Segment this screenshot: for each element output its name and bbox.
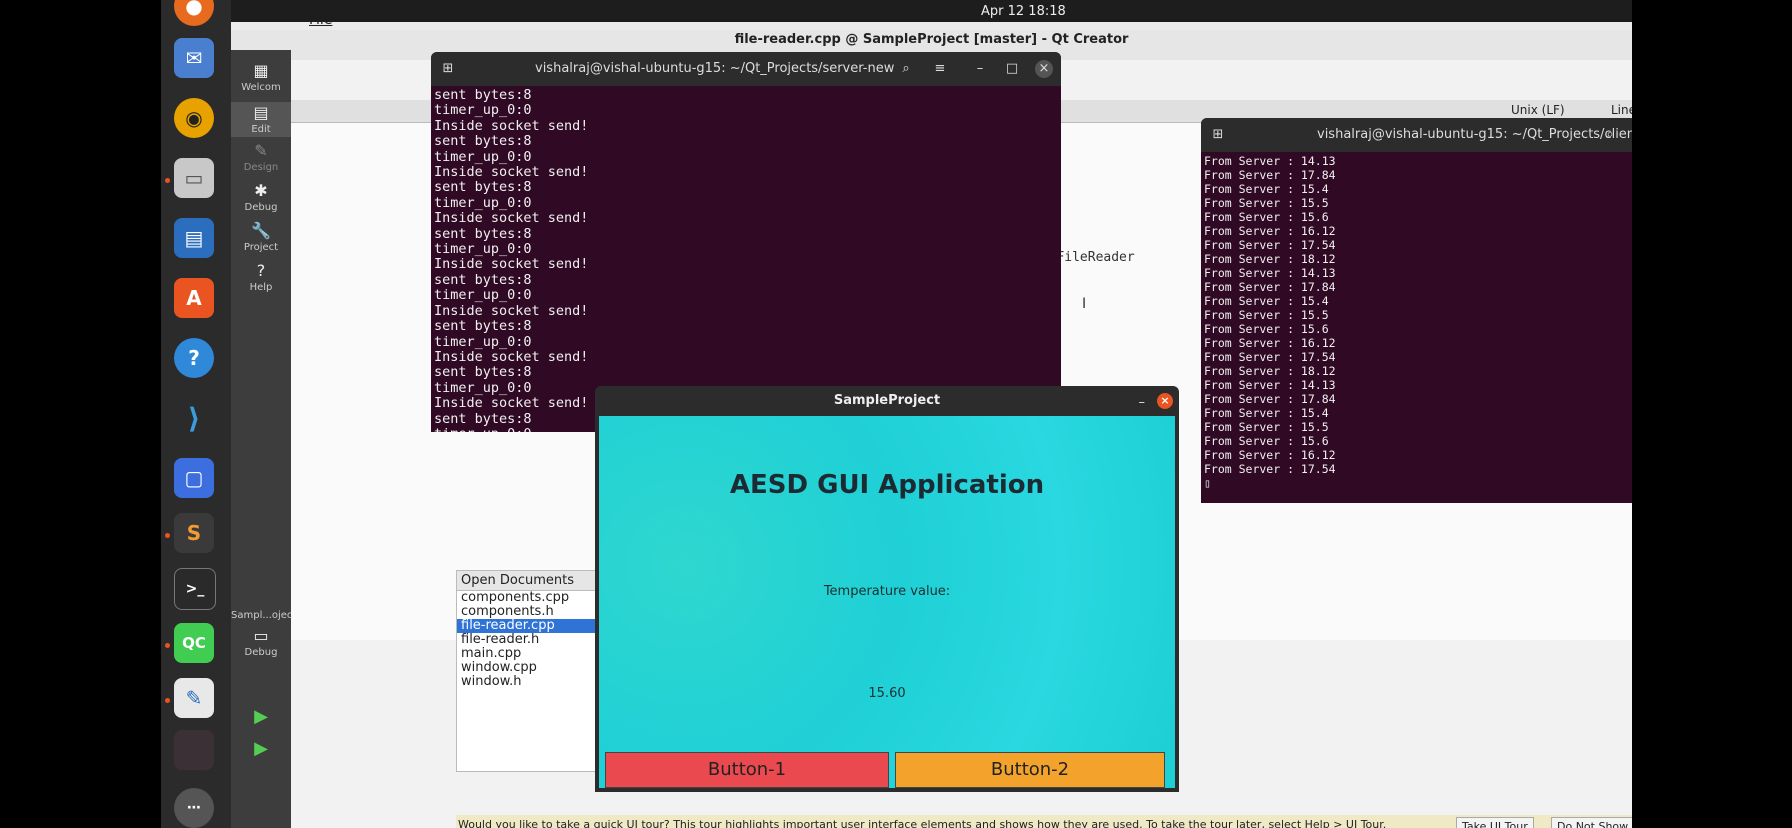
terminal-output[interactable]: sent bytes:8 timer_up_0:0 Inside socket … xyxy=(431,86,1061,432)
sublime-icon[interactable]: S xyxy=(174,513,214,553)
debug-run-icon[interactable]: ▶ xyxy=(231,738,291,759)
help-icon: ? xyxy=(256,261,266,280)
terminal-title: vishalraj@vishal-ubuntu-g15: ~/Qt_Projec… xyxy=(1317,127,1632,142)
run-icon[interactable]: ▶ xyxy=(231,706,291,727)
terminal-titlebar[interactable]: ⊞ vishalraj@vishal-ubuntu-g15: ~/Qt_Proj… xyxy=(1201,118,1632,152)
maximize-icon[interactable]: □ xyxy=(1003,60,1021,78)
minimize-icon[interactable]: – xyxy=(971,60,989,78)
dock: ● ✉ ◉ ▭ ▤ A ? ⟩ ▢ S >_ QC ✎ ⋯ xyxy=(161,0,231,828)
ui-tour-infobar: Would you like to take a quick UI tour? … xyxy=(456,815,1632,828)
button-1[interactable]: Button-1 xyxy=(605,752,889,788)
running-indicator xyxy=(165,643,170,648)
app-heading: AESD GUI Application xyxy=(729,470,1045,500)
firefox-icon[interactable]: ● xyxy=(174,0,214,26)
search-icon[interactable]: ⌕ xyxy=(897,60,915,78)
clock[interactable]: Apr 12 18:18 xyxy=(981,4,1066,19)
help-icon[interactable]: ? xyxy=(174,338,214,378)
screenshot-icon[interactable]: ▢ xyxy=(174,458,214,498)
app-window-title: SampleProject xyxy=(833,393,941,408)
close-icon[interactable]: × xyxy=(1157,393,1173,409)
qt-creator-icon[interactable]: QC xyxy=(174,623,214,663)
files-icon[interactable]: ▭ xyxy=(174,158,214,198)
app-icon[interactable] xyxy=(174,730,214,770)
edit-icon: ▤ xyxy=(253,103,269,122)
show-apps-icon[interactable]: ⋯ xyxy=(174,788,214,828)
search-icon[interactable]: ⌕ xyxy=(1601,126,1619,144)
do-not-show-again-button[interactable]: Do Not Show Again xyxy=(1551,817,1632,828)
button-2[interactable]: Button-2 xyxy=(895,752,1165,788)
mode-design[interactable]: ✎ Design xyxy=(231,141,291,174)
mode-edit[interactable]: ▤ Edit xyxy=(231,102,291,137)
text-editor-icon[interactable]: ✎ xyxy=(174,678,214,718)
mode-welcome[interactable]: ▦ Welcom xyxy=(231,61,291,94)
sample-project-window[interactable]: SampleProject – × AESD GUI Application T… xyxy=(595,386,1179,792)
line-ending-select[interactable]: Unix (LF) xyxy=(1511,103,1565,117)
rhythmbox-icon[interactable]: ◉ xyxy=(174,98,214,138)
mode-selector-bar: ▦ Welcom ▤ Edit ✎ Design ✱ Debug 🔧 Project ? H… xyxy=(231,50,296,828)
take-ui-tour-button[interactable]: Take UI Tour xyxy=(1456,817,1534,828)
minimize-icon[interactable]: – xyxy=(1139,388,1146,418)
terminal-title: vishalraj@vishal-ubuntu-g15: ~/Qt_Projec… xyxy=(535,61,895,76)
bug-icon: ✱ xyxy=(254,181,268,200)
app-body: AESD GUI Application Temperature value: … xyxy=(599,416,1175,788)
mode-projects[interactable]: 🔧 Project xyxy=(231,221,291,254)
mode-debug[interactable]: ✱ Debug xyxy=(231,181,291,214)
monitor-icon: ▭ xyxy=(253,626,269,645)
terminal-titlebar[interactable]: ⊞ vishalraj@vishal-ubuntu-g15: ~/Qt_Proj… xyxy=(431,52,1061,86)
running-indicator xyxy=(165,533,170,538)
design-icon: ✎ xyxy=(254,141,268,160)
kit-selector[interactable]: Sampl...oject ▭ Debug xyxy=(231,610,296,658)
vscode-icon[interactable]: ⟩ xyxy=(174,398,214,438)
thunderbird-icon[interactable]: ✉ xyxy=(174,38,214,78)
temperature-label: Temperature value: xyxy=(823,584,951,599)
mode-help[interactable]: ? Help xyxy=(231,261,291,294)
software-icon[interactable]: A xyxy=(174,278,214,318)
client-terminal-window[interactable]: ⊞ vishalraj@vishal-ubuntu-g15: ~/Qt_Proj… xyxy=(1201,118,1632,503)
menu-icon[interactable]: ≡ xyxy=(931,60,949,78)
new-tab-icon[interactable]: ⊞ xyxy=(1209,126,1227,144)
ui-tour-text: Would you like to take a quick UI tour? … xyxy=(458,818,1387,828)
text-cursor-icon: I xyxy=(1082,296,1087,312)
desktop-screen: file-reader.cpp @ SampleProject [master]… xyxy=(161,0,1632,828)
grid-icon: ▦ xyxy=(253,61,269,80)
server-terminal-window[interactable]: ⊞ vishalraj@vishal-ubuntu-g15: ~/Qt_Proj… xyxy=(431,52,1061,432)
temperature-value: 15.60 xyxy=(868,686,906,701)
new-tab-icon[interactable]: ⊞ xyxy=(439,60,457,78)
writer-icon[interactable]: ▤ xyxy=(174,218,214,258)
terminal-output[interactable]: From Server : 14.13 From Server : 17.84 … xyxy=(1201,152,1632,492)
top-bar: Apr 12 18:18 xyxy=(161,0,1632,22)
wrench-icon: 🔧 xyxy=(251,221,271,240)
running-indicator xyxy=(165,178,170,183)
app-titlebar[interactable]: SampleProject – × xyxy=(595,386,1179,416)
close-icon[interactable]: × xyxy=(1035,60,1053,78)
terminal-icon[interactable]: >_ xyxy=(174,568,216,610)
running-indicator xyxy=(165,698,170,703)
